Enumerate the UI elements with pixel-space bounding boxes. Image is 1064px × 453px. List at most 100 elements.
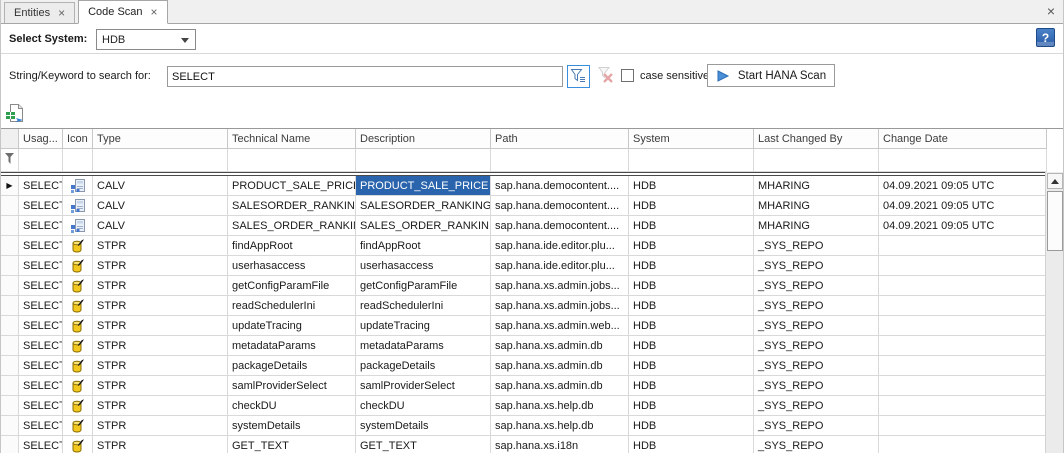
cell-usage[interactable]: SELECT <box>19 416 63 436</box>
cell-usage[interactable]: SELECT <box>19 336 63 356</box>
table-row[interactable]: SELECT STPR metadataParams metadataParam… <box>1 336 1063 356</box>
table-row[interactable]: SELECT STPR readSchedulerIni readSchedul… <box>1 296 1063 316</box>
cell-icon[interactable] <box>63 336 93 356</box>
filter-cell-path[interactable] <box>491 149 629 172</box>
tab-close-icon[interactable]: × <box>58 8 65 18</box>
cell-description[interactable]: readSchedulerIni <box>356 296 491 316</box>
cell-change-date[interactable] <box>879 296 1047 316</box>
cell-usage[interactable]: SELECT <box>19 256 63 276</box>
cell-system[interactable]: HDB <box>629 336 754 356</box>
tab-close-icon[interactable]: × <box>151 7 158 17</box>
cell-path[interactable]: sap.hana.xs.help.db <box>491 396 629 416</box>
row-header-cell[interactable] <box>1 296 19 316</box>
cell-system[interactable]: HDB <box>629 236 754 256</box>
column-header-system[interactable]: System <box>629 129 754 149</box>
cell-change-date[interactable] <box>879 236 1047 256</box>
column-header-usage[interactable]: Usag... <box>19 129 63 149</box>
cell-last-changed-by[interactable]: _SYS_REPO <box>754 256 879 276</box>
cell-description[interactable]: findAppRoot <box>356 236 491 256</box>
cell-change-date[interactable] <box>879 356 1047 376</box>
cell-usage[interactable]: SELECT <box>19 216 63 236</box>
cell-change-date[interactable] <box>879 276 1047 296</box>
cell-system[interactable]: HDB <box>629 256 754 276</box>
cell-type[interactable]: CALV <box>93 176 228 196</box>
cell-system[interactable]: HDB <box>629 436 754 453</box>
cell-icon[interactable] <box>63 216 93 236</box>
cell-usage[interactable]: SELECT <box>19 356 63 376</box>
cell-path[interactable]: sap.hana.xs.admin.jobs... <box>491 276 629 296</box>
cell-type[interactable]: STPR <box>93 336 228 356</box>
cell-system[interactable]: HDB <box>629 356 754 376</box>
cell-system[interactable]: HDB <box>629 216 754 236</box>
filter-cell-technical-name[interactable] <box>228 149 356 172</box>
row-header-cell[interactable] <box>1 356 19 376</box>
cell-type[interactable]: STPR <box>93 256 228 276</box>
clear-filter-button[interactable] <box>594 65 617 88</box>
help-button[interactable]: ? <box>1036 28 1055 47</box>
row-header-cell[interactable]: ▶ <box>1 176 19 196</box>
cell-usage[interactable]: SELECT <box>19 236 63 256</box>
cell-last-changed-by[interactable]: MHARING <box>754 216 879 236</box>
cell-description[interactable]: PRODUCT_SALE_PRICE <box>356 176 491 196</box>
cell-technical-name[interactable]: SALES_ORDER_RANKIN... <box>228 216 356 236</box>
cell-last-changed-by[interactable]: _SYS_REPO <box>754 356 879 376</box>
cell-system[interactable]: HDB <box>629 316 754 336</box>
cell-last-changed-by[interactable]: _SYS_REPO <box>754 436 879 453</box>
cell-technical-name[interactable]: userhasaccess <box>228 256 356 276</box>
cell-type[interactable]: STPR <box>93 236 228 256</box>
cell-technical-name[interactable]: SALESORDER_RANKING... <box>228 196 356 216</box>
cell-type[interactable]: STPR <box>93 416 228 436</box>
filter-cell-icon[interactable] <box>63 149 93 172</box>
column-header-type[interactable]: Type <box>93 129 228 149</box>
table-row[interactable]: SELECT STPR userhasaccess userhasaccess … <box>1 256 1063 276</box>
cell-type[interactable]: STPR <box>93 436 228 453</box>
vertical-scrollbar[interactable] <box>1045 172 1063 453</box>
cell-description[interactable]: SALESORDER_RANKING... <box>356 196 491 216</box>
cell-path[interactable]: sap.hana.ide.editor.plu... <box>491 236 629 256</box>
row-header-cell[interactable] <box>1 376 19 396</box>
cell-path[interactable]: sap.hana.xs.admin.db <box>491 336 629 356</box>
cell-technical-name[interactable]: GET_TEXT <box>228 436 356 453</box>
cell-icon[interactable] <box>63 256 93 276</box>
cell-change-date[interactable] <box>879 396 1047 416</box>
row-header-cell[interactable] <box>1 216 19 236</box>
cell-description[interactable]: samlProviderSelect <box>356 376 491 396</box>
cell-description[interactable]: userhasaccess <box>356 256 491 276</box>
cell-system[interactable]: HDB <box>629 416 754 436</box>
cell-last-changed-by[interactable]: _SYS_REPO <box>754 396 879 416</box>
table-row[interactable]: SELECT STPR samlProviderSelect samlProvi… <box>1 376 1063 396</box>
filter-button[interactable] <box>567 65 590 88</box>
cell-description[interactable]: updateTracing <box>356 316 491 336</box>
cell-path[interactable]: sap.hana.xs.admin.db <box>491 376 629 396</box>
cell-change-date[interactable] <box>879 376 1047 396</box>
cell-type[interactable]: CALV <box>93 216 228 236</box>
cell-type[interactable]: CALV <box>93 196 228 216</box>
cell-system[interactable]: HDB <box>629 276 754 296</box>
cell-description[interactable]: getConfigParamFile <box>356 276 491 296</box>
cell-technical-name[interactable]: metadataParams <box>228 336 356 356</box>
cell-icon[interactable] <box>63 376 93 396</box>
tab-code-scan[interactable]: Code Scan × <box>78 0 167 24</box>
cell-icon[interactable] <box>63 296 93 316</box>
cell-change-date[interactable] <box>879 256 1047 276</box>
cell-type[interactable]: STPR <box>93 376 228 396</box>
table-row[interactable]: SELECT STPR checkDU checkDU sap.hana.xs.… <box>1 396 1063 416</box>
table-row[interactable]: SELECT STPR updateTracing updateTracing … <box>1 316 1063 336</box>
cell-icon[interactable] <box>63 176 93 196</box>
cell-usage[interactable]: SELECT <box>19 316 63 336</box>
row-header-cell[interactable] <box>1 416 19 436</box>
cell-icon[interactable] <box>63 196 93 216</box>
cell-system[interactable]: HDB <box>629 396 754 416</box>
cell-last-changed-by[interactable]: _SYS_REPO <box>754 296 879 316</box>
cell-last-changed-by[interactable]: _SYS_REPO <box>754 376 879 396</box>
row-header-cell[interactable] <box>1 196 19 216</box>
cell-description[interactable]: systemDetails <box>356 416 491 436</box>
table-row[interactable]: SELECT STPR GET_TEXT GET_TEXT sap.hana.x… <box>1 436 1063 453</box>
table-row[interactable]: SELECT STPR systemDetails systemDetails … <box>1 416 1063 436</box>
cell-icon[interactable] <box>63 396 93 416</box>
filter-cell-last-changed-by[interactable] <box>754 149 879 172</box>
cell-description[interactable]: SALES_ORDER_RANKIN... <box>356 216 491 236</box>
column-header-last-changed-by[interactable]: Last Changed By <box>754 129 879 149</box>
filter-cell-usage[interactable] <box>19 149 63 172</box>
cell-change-date[interactable] <box>879 316 1047 336</box>
